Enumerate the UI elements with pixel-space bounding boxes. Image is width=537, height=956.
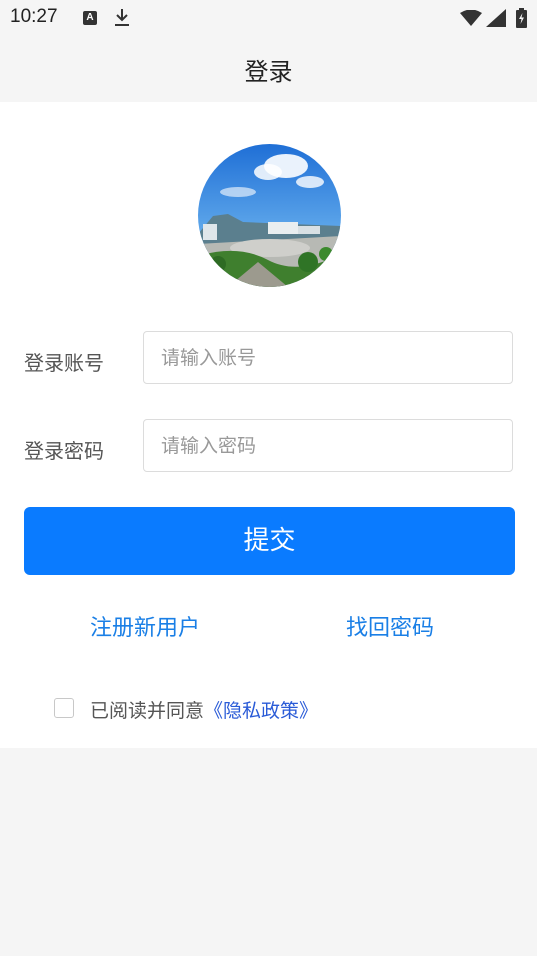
password-input-box[interactable] <box>143 419 513 472</box>
signal-icon <box>486 9 506 31</box>
recover-password-link[interactable]: 找回密码 <box>346 610 434 642</box>
page-title: 登录 <box>244 58 293 86</box>
wifi-icon <box>460 9 482 30</box>
account-label: 登录账号 <box>24 351 104 375</box>
a-icon: A <box>83 11 97 25</box>
agreement-text: 已阅读并同意《隐私政策》 <box>90 696 318 723</box>
login-card: 登录账号 登录密码 提交 注册新用户 找回密码 已阅读并同意《隐私政策》 <box>0 102 537 748</box>
download-icon <box>114 8 130 32</box>
title-bar: 登录 <box>0 36 537 102</box>
agree-checkbox[interactable] <box>54 698 74 718</box>
password-label: 登录密码 <box>24 439 104 463</box>
privacy-policy-link[interactable]: 《隐私政策》 <box>204 700 318 722</box>
password-input[interactable] <box>144 420 512 471</box>
avatar-image <box>198 144 341 287</box>
account-input[interactable] <box>144 332 512 383</box>
battery-icon <box>516 8 527 32</box>
submit-button[interactable]: 提交 <box>24 507 515 575</box>
agreement-label: 已阅读并同意 <box>90 700 205 722</box>
register-link[interactable]: 注册新用户 <box>90 610 200 642</box>
account-input-box[interactable] <box>143 331 513 384</box>
status-time: 10:27 <box>10 6 58 27</box>
status-bar: 10:27 A <box>0 0 537 36</box>
